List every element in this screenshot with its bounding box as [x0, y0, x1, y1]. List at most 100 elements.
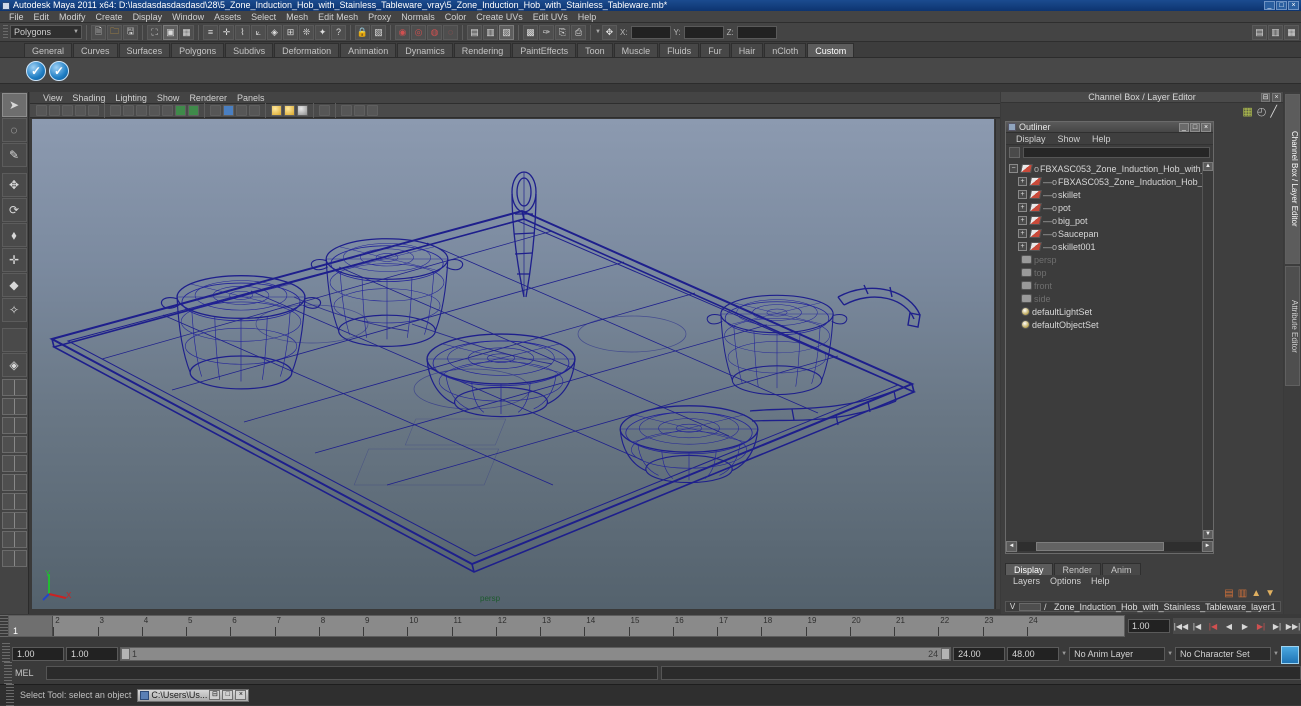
layer-tab-anim[interactable]: Anim	[1102, 563, 1141, 575]
step-forward-frame-icon[interactable]: ▶|	[1269, 618, 1285, 634]
outliner-item[interactable]: front	[1006, 279, 1202, 292]
shelf-tab-toon[interactable]: Toon	[577, 43, 613, 57]
shelf-tab-hair[interactable]: Hair	[730, 43, 764, 57]
time-slider[interactable]: 1234567891011121314151617181920212223241	[8, 615, 1125, 637]
layer-menu-options[interactable]: Options	[1045, 575, 1086, 587]
shelf-tab-muscle[interactable]: Muscle	[613, 43, 659, 57]
minimize-button[interactable]: _	[1264, 1, 1275, 10]
menu-help[interactable]: Help	[573, 11, 602, 23]
z-coord-input[interactable]	[736, 25, 777, 39]
shelf-tab-rendering[interactable]: Rendering	[453, 43, 512, 57]
shelf-tab-subdivs[interactable]: Subdivs	[225, 43, 274, 57]
transform-field-chevron-icon[interactable]: ▼	[595, 29, 601, 35]
menu-create-uvs[interactable]: Create UVs	[471, 11, 528, 23]
outliner-item[interactable]: + —oFBXASC053_Zone_Induction_Hob_Bosch	[1006, 175, 1202, 188]
viewport-menu-renderer[interactable]: Renderer	[184, 92, 232, 104]
outliner-search-input[interactable]	[1023, 147, 1210, 158]
scroll-right-icon[interactable]: ►	[1202, 541, 1213, 552]
layer-name[interactable]: Zone_Induction_Hob_with_Stainless_Tablew…	[1054, 602, 1276, 612]
smooth-shade-selected-icon[interactable]	[236, 105, 247, 116]
shadows-icon[interactable]	[297, 105, 308, 116]
expand-icon[interactable]: +	[1018, 242, 1027, 251]
input-connections-icon[interactable]: ⎘	[555, 24, 570, 40]
ipr-render-icon[interactable]: ◎	[411, 24, 426, 40]
layer-state-swatch[interactable]	[1019, 602, 1041, 611]
layer-tab-display[interactable]: Display	[1005, 563, 1053, 575]
character-set-chevron-down-icon[interactable]: ▼	[1273, 651, 1279, 657]
outliner-item[interactable]: defaultObjectSet	[1006, 318, 1202, 331]
show-manipulator-icon[interactable]: ▩	[523, 24, 538, 40]
shelf-tab-painteffects[interactable]: PaintEffects	[512, 43, 577, 57]
layout-persp-graph-layout[interactable]	[1, 436, 27, 453]
step-back-key-icon[interactable]: |◀	[1205, 618, 1221, 634]
go-to-end-icon[interactable]: ▶▶|	[1285, 618, 1301, 634]
outliner-minimize-button[interactable]: _	[1179, 122, 1189, 132]
rotate-tool[interactable]: ⟳	[1, 198, 27, 222]
two-d-pan-zoom-icon[interactable]	[88, 105, 99, 116]
playback-end-time-field[interactable]	[953, 647, 1006, 661]
render-settings-icon[interactable]: ◍	[427, 24, 442, 40]
taskbar-maximize-button[interactable]: □	[222, 690, 234, 700]
viewport-menu-panels[interactable]: Panels	[232, 92, 270, 104]
absolute-transform-icon[interactable]: ✥	[601, 24, 617, 40]
layer-visibility-toggle[interactable]: V	[1006, 602, 1019, 611]
anim-end-time-field[interactable]	[1007, 647, 1060, 661]
outliner-item[interactable]: side	[1006, 292, 1202, 305]
menu-color[interactable]: Color	[440, 11, 472, 23]
xray-icon[interactable]	[319, 105, 330, 116]
layer-tab-render[interactable]: Render	[1053, 563, 1102, 575]
outliner-item-list[interactable]: − oFBXASC053_Zone_Induction_Hob_with_Stai…	[1006, 162, 1202, 539]
play-backwards-icon[interactable]: ◀	[1221, 618, 1237, 634]
snap-to-curve-icon[interactable]: ⌇	[235, 24, 250, 40]
outliner-menu-show[interactable]: Show	[1052, 133, 1087, 145]
film-gate-icon[interactable]	[123, 105, 134, 116]
command-language-label[interactable]: MEL	[15, 668, 43, 678]
shelf-tab-animation[interactable]: Animation	[340, 43, 397, 57]
range-chevron-down-icon[interactable]: ▼	[1061, 651, 1067, 657]
use-all-lights-icon[interactable]	[284, 105, 295, 116]
smooth-shade-all-icon[interactable]	[223, 105, 234, 116]
toggle-attribute-editor-icon[interactable]: ▨	[499, 24, 514, 40]
select-by-component-icon[interactable]: ▦	[179, 24, 194, 40]
outliner-item[interactable]: − oFBXASC053_Zone_Induction_Hob_with_Stai…	[1006, 162, 1202, 175]
character-set-dropdown[interactable]: No Character Set	[1175, 647, 1272, 661]
channel-box-icon[interactable]: ▦	[1242, 105, 1252, 118]
layout-sculpt-layout[interactable]	[1, 550, 27, 567]
play-forwards-icon[interactable]: ▶	[1237, 618, 1253, 634]
menu-mesh[interactable]: Mesh	[281, 11, 313, 23]
expand-icon[interactable]: +	[1018, 229, 1027, 238]
shelf-tab-polygons[interactable]: Polygons	[171, 43, 225, 57]
show-manipulator-tool[interactable]: ✧	[1, 298, 27, 322]
anim-layer-chevron-down-icon[interactable]: ▼	[1167, 651, 1173, 657]
shelf-tab-ncloth[interactable]: nCloth	[764, 43, 807, 57]
snap-to-point-icon[interactable]: ⟀	[251, 24, 266, 40]
layout-four-view-layout[interactable]	[1, 398, 27, 415]
select-by-object-icon[interactable]: ▣	[163, 24, 178, 40]
viewport-menu-view[interactable]: View	[38, 92, 67, 104]
outliner-item[interactable]: + —o pot	[1006, 201, 1202, 214]
viewport-menu-lighting[interactable]: Lighting	[110, 92, 152, 104]
shelf-tab-fluids[interactable]: Fluids	[659, 43, 700, 57]
shelf-tab-deformation[interactable]: Deformation	[274, 43, 340, 57]
new-scene-icon[interactable]: 🗎	[91, 24, 106, 40]
time-slider-drag-handle[interactable]	[0, 615, 8, 637]
command-line-drag-handle[interactable]	[4, 662, 12, 684]
menu-set-selector[interactable]: Polygons ▼	[10, 25, 82, 39]
menu-assets[interactable]: Assets	[209, 11, 246, 23]
snap-to-normal-icon[interactable]: ⊞	[283, 24, 298, 40]
paint-texture-icon[interactable]	[354, 105, 365, 116]
help-line-drag-handle[interactable]	[6, 684, 14, 706]
show-layer-panel-icon[interactable]: ▥	[1268, 24, 1283, 40]
paint-effects-tool[interactable]: ◈	[1, 353, 27, 377]
anim-start-time-field[interactable]	[12, 647, 64, 661]
range-slider[interactable]: 1 24	[120, 647, 952, 661]
go-to-start-icon[interactable]: |◀◀	[1173, 618, 1189, 634]
gate-mask-icon[interactable]	[149, 105, 160, 116]
show-channel-box-panel-icon[interactable]: ▤	[1252, 24, 1267, 40]
flat-shade-icon[interactable]	[249, 105, 260, 116]
show-attribute-panel-icon[interactable]: ▦	[1284, 24, 1299, 40]
menu-display[interactable]: Display	[128, 11, 168, 23]
soft-modification-tool[interactable]: ◆	[1, 273, 27, 297]
scroll-down-icon[interactable]: ▼	[1203, 530, 1213, 539]
paint-selection-tool[interactable]: ✎	[1, 143, 27, 167]
